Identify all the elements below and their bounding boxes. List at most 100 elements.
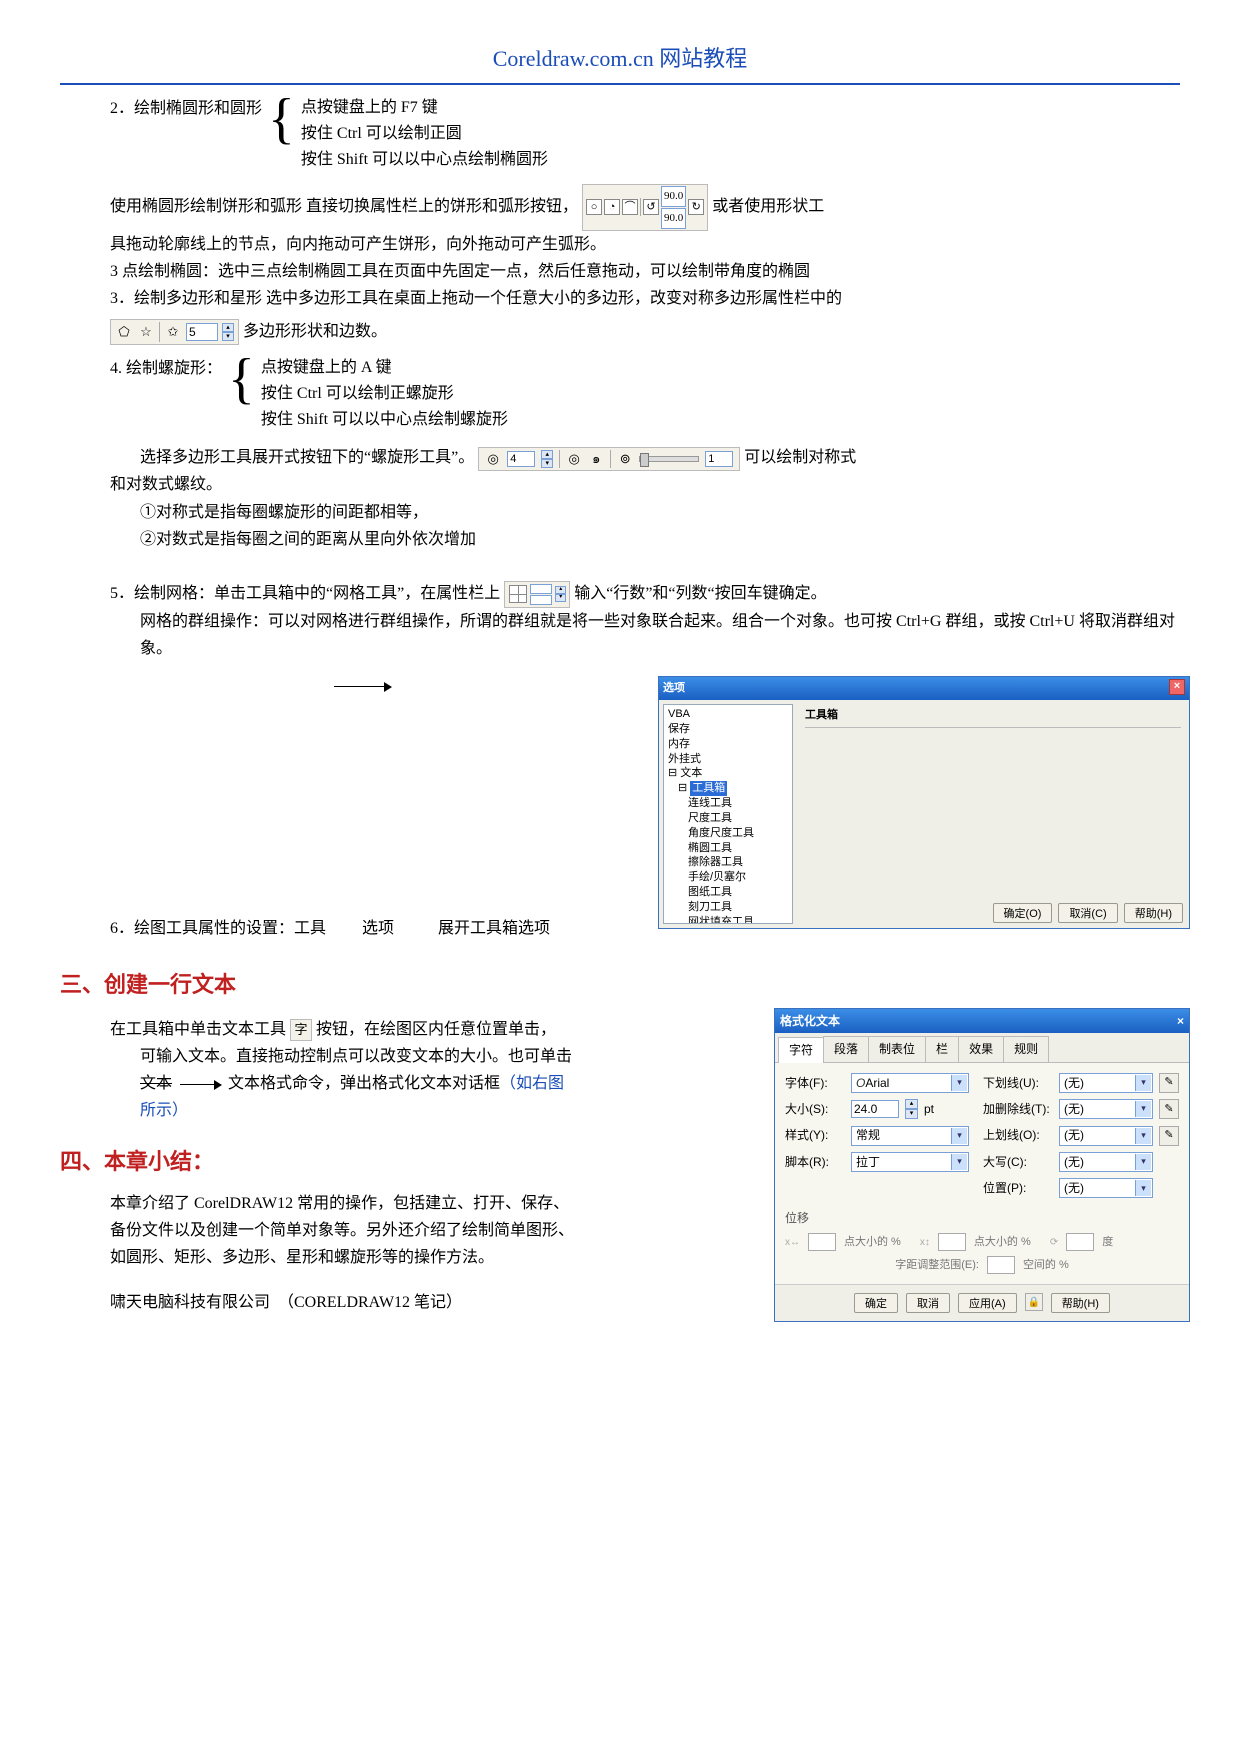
underline-combo[interactable]: (无)▾ bbox=[1059, 1073, 1153, 1093]
apply-button[interactable]: 应用(A) bbox=[958, 1293, 1017, 1313]
spiral-toolbar[interactable]: ◎ ▴ ▾ ◎ ๑ ⊚ bbox=[478, 447, 740, 471]
overline-combo[interactable]: (无)▾ bbox=[1059, 1126, 1153, 1146]
spiral-expansion-icon: ⊚ bbox=[617, 451, 633, 467]
font-combo[interactable]: O Arial▾ bbox=[851, 1073, 969, 1093]
close-icon[interactable]: × bbox=[1169, 679, 1185, 695]
tab-para[interactable]: 段落 bbox=[823, 1036, 869, 1061]
v-shift-spin[interactable] bbox=[938, 1233, 966, 1251]
tab-fx[interactable]: 效果 bbox=[958, 1036, 1004, 1061]
spiral-select-a: 选择多边形工具展开式按钮下的“螺旋形工具”。 bbox=[140, 449, 474, 466]
chevron-down-icon: ▾ bbox=[1135, 1154, 1151, 1170]
arrow-icon bbox=[180, 1084, 220, 1085]
ellipse-icon: ○ bbox=[586, 199, 602, 215]
ellipse-shortcut-2: 按住 Ctrl 可以绘制正圆 bbox=[301, 121, 548, 147]
case-combo[interactable]: (无)▾ bbox=[1059, 1152, 1153, 1172]
sec4-p: 本章介绍了 CorelDRAW12 常用的操作，包括建立、打开、保存、备份文件以… bbox=[110, 1190, 580, 1272]
grid-toolbar[interactable]: ▴▾ bbox=[504, 581, 570, 608]
spiral-shortcut-2: 按住 Ctrl 可以绘制正螺旋形 bbox=[261, 381, 508, 407]
style-label: 样式(Y): bbox=[785, 1125, 845, 1145]
cancel-button[interactable]: 取消(C) bbox=[1058, 903, 1117, 923]
chevron-down-icon: ▾ bbox=[1135, 1180, 1151, 1196]
tree-item[interactable]: 角度尺度工具 bbox=[668, 826, 788, 841]
options-line-c: 展开工具箱选项 bbox=[438, 920, 550, 937]
tree-item[interactable]: 网状填充工具 bbox=[668, 915, 788, 924]
pie-text-c: 具拖动轮廓线上的节点，向内拖动可产生饼形，向外拖动可产生弧形。 bbox=[110, 231, 1180, 258]
cancel-button[interactable]: 取消 bbox=[906, 1293, 950, 1313]
grid-b: 输入“行数”和“列数“按回车键确定。 bbox=[574, 585, 826, 602]
footer-left: 啸天电脑科技有限公司 （CORELDRAW12 笔记） bbox=[110, 1289, 462, 1323]
polygon-icon: ⬠ bbox=[115, 323, 133, 341]
chevron-down-icon: ▾ bbox=[1135, 1075, 1151, 1091]
tab-cols[interactable]: 栏 bbox=[925, 1036, 959, 1061]
help-button[interactable]: 帮助(H) bbox=[1051, 1293, 1110, 1313]
grid-icon bbox=[509, 585, 527, 603]
grid-spinner[interactable]: ▴▾ bbox=[555, 586, 565, 602]
style-combo[interactable]: 常规▾ bbox=[851, 1126, 969, 1146]
lock-icon[interactable]: 🔒 bbox=[1025, 1293, 1043, 1311]
chevron-down-icon: ▾ bbox=[1135, 1128, 1151, 1144]
options-tree[interactable]: VBA 保存 内存 外挂式 ⊟ 文本 ⊟ 工具箱 连线工具 尺度工具 角度尺度工… bbox=[663, 704, 793, 924]
tab-char[interactable]: 字符 bbox=[778, 1037, 824, 1062]
polygon-sides-input[interactable] bbox=[186, 323, 218, 341]
position-label: 位置(P): bbox=[983, 1178, 1053, 1198]
space-pct-label: 空间的 % bbox=[1023, 1256, 1069, 1275]
sec3-p2: 可输入文本。直接拖动控制点可以改变文本的大小。也可单击 bbox=[110, 1043, 580, 1070]
arrow-icon bbox=[334, 686, 390, 687]
tree-item[interactable]: 擦除器工具 bbox=[668, 855, 788, 870]
pie-arc-toolbar[interactable]: ○ ◔ ⌒ ↺ 90.0 90.0 ↻ bbox=[582, 184, 708, 230]
shift-label: 位移 bbox=[785, 1208, 1179, 1228]
spiral-note-2: ②对数式是指每圈之间的距离从里向外依次增加 bbox=[110, 526, 1180, 553]
tree-item[interactable]: 保存 bbox=[668, 722, 788, 737]
tree-item[interactable]: 手绘/贝塞尔 bbox=[668, 870, 788, 885]
script-combo[interactable]: 拉丁▾ bbox=[851, 1152, 969, 1172]
spiral-expand-input[interactable] bbox=[705, 451, 733, 467]
spiral-turns-input[interactable] bbox=[507, 451, 535, 467]
angle-2: 90.0 bbox=[661, 208, 686, 229]
page-header: Coreldraw.com.cn 网站教程 bbox=[60, 40, 1180, 85]
options-line-b: 选项 bbox=[362, 920, 394, 937]
help-button[interactable]: 帮助(H) bbox=[1124, 903, 1183, 923]
close-icon[interactable]: × bbox=[1177, 1011, 1184, 1031]
ellipse-shortcut-1: 点按键盘上的 F7 键 bbox=[301, 95, 548, 121]
spiral-slider[interactable] bbox=[639, 456, 699, 462]
angle-spin[interactable] bbox=[1066, 1233, 1094, 1251]
chevron-down-icon: ▾ bbox=[951, 1128, 967, 1144]
kern-spin[interactable] bbox=[987, 1256, 1015, 1274]
overline-edit-icon[interactable]: ✎ bbox=[1159, 1126, 1179, 1146]
tree-item[interactable]: 尺度工具 bbox=[668, 811, 788, 826]
tree-item[interactable]: 文本 bbox=[680, 767, 702, 779]
tree-item-selected[interactable]: 工具箱 bbox=[690, 781, 727, 796]
tree-item[interactable]: 内存 bbox=[668, 737, 788, 752]
text-tool-icon[interactable]: 字 bbox=[290, 1019, 312, 1041]
kern-label: 字距调整范围(E): bbox=[895, 1256, 979, 1275]
options-dialog: 选项 × VBA 保存 内存 外挂式 ⊟ 文本 ⊟ 工具箱 连线工具 尺度工具 … bbox=[658, 676, 1190, 929]
ok-button[interactable]: 确定 bbox=[854, 1293, 898, 1313]
tree-item[interactable]: 刻刀工具 bbox=[668, 900, 788, 915]
format-text-dialog: 格式化文本 × 字符 段落 制表位 栏 效果 规则 字体(F): bbox=[774, 1008, 1190, 1323]
ok-button[interactable]: 确定(O) bbox=[993, 903, 1053, 923]
underline-edit-icon[interactable]: ✎ bbox=[1159, 1073, 1179, 1093]
case-label: 大写(C): bbox=[983, 1152, 1053, 1172]
size-unit: pt bbox=[924, 1099, 934, 1119]
tab-tabs[interactable]: 制表位 bbox=[868, 1036, 926, 1061]
options-pane-title: 工具箱 bbox=[805, 706, 1181, 728]
spiral-select-c: 和对数式螺纹。 bbox=[110, 471, 1180, 498]
tab-rules[interactable]: 规则 bbox=[1003, 1036, 1049, 1061]
h-shift-spin[interactable] bbox=[808, 1233, 836, 1251]
polygon-after: 多边形形状和边数。 bbox=[243, 323, 387, 340]
tree-item[interactable]: 连线工具 bbox=[668, 796, 788, 811]
deg-label: 度 bbox=[1102, 1233, 1113, 1252]
size-input[interactable] bbox=[851, 1100, 899, 1118]
strike-combo[interactable]: (无)▾ bbox=[1059, 1099, 1153, 1119]
spinner[interactable]: ▴▾ bbox=[222, 323, 234, 341]
tree-item[interactable]: 图纸工具 bbox=[668, 885, 788, 900]
brace-icon: { bbox=[228, 351, 255, 407]
position-combo[interactable]: (无)▾ bbox=[1059, 1178, 1153, 1198]
tree-item[interactable]: 外挂式 bbox=[668, 752, 788, 767]
sec3-p1b: 按钮，在绘图区内任意位置单击， bbox=[316, 1021, 556, 1038]
tree-item[interactable]: 椭圆工具 bbox=[668, 841, 788, 856]
chevron-down-icon: ▾ bbox=[951, 1075, 967, 1091]
strike-edit-icon[interactable]: ✎ bbox=[1159, 1099, 1179, 1119]
tree-item[interactable]: VBA bbox=[668, 707, 788, 722]
polygon-toolbar[interactable]: ⬠ ☆ ✩ ▴▾ bbox=[110, 319, 239, 345]
